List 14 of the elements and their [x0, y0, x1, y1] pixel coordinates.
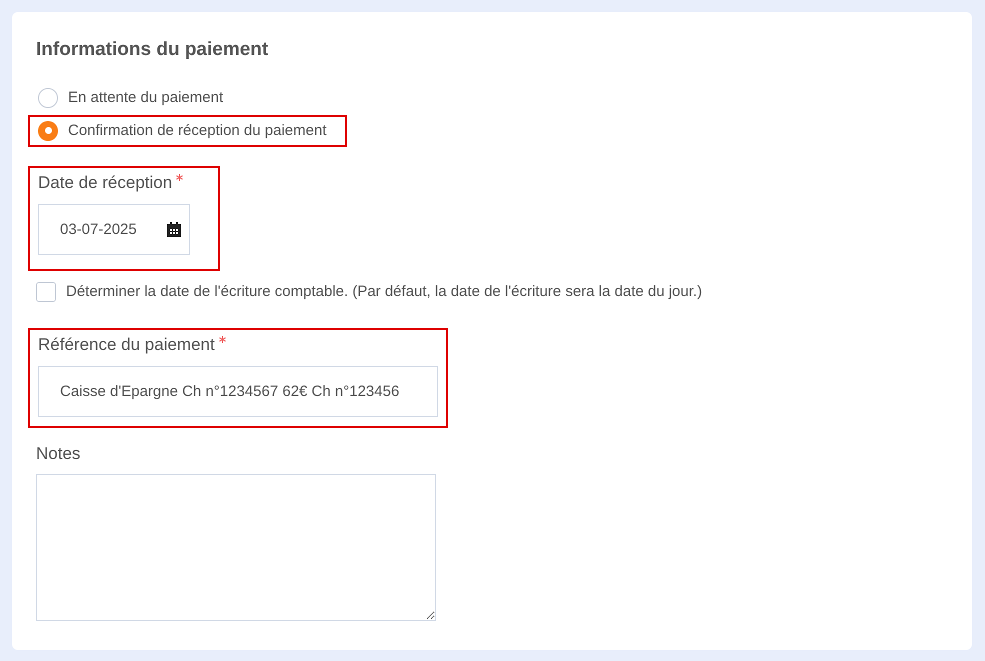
field-label: Notes — [36, 442, 80, 464]
checkbox[interactable] — [36, 282, 56, 302]
reference-input[interactable]: Caisse d'Epargne Ch n°1234567 62€ Ch n°123456 — [38, 366, 438, 416]
checkbox-label[interactable]: Déterminer la date de l'écriture comptable. (Par défaut, la date de l'écriture sera la date du jour.) — [66, 281, 702, 304]
calendar-icon[interactable] — [167, 222, 181, 237]
field-label: Référence du paiement — [38, 334, 215, 356]
notes-textarea[interactable] — [36, 474, 436, 620]
radio-button[interactable] — [38, 120, 58, 141]
radio-label[interactable]: En attente du paiement — [68, 87, 224, 110]
radio-button[interactable] — [38, 88, 58, 108]
radio-label[interactable]: Confirmation de réception du paiement — [68, 120, 326, 142]
field-label: Date de réception — [38, 172, 172, 194]
date-field[interactable]: 03-07-2025 — [38, 204, 190, 255]
section-title: Informations du paiement — [36, 38, 270, 62]
